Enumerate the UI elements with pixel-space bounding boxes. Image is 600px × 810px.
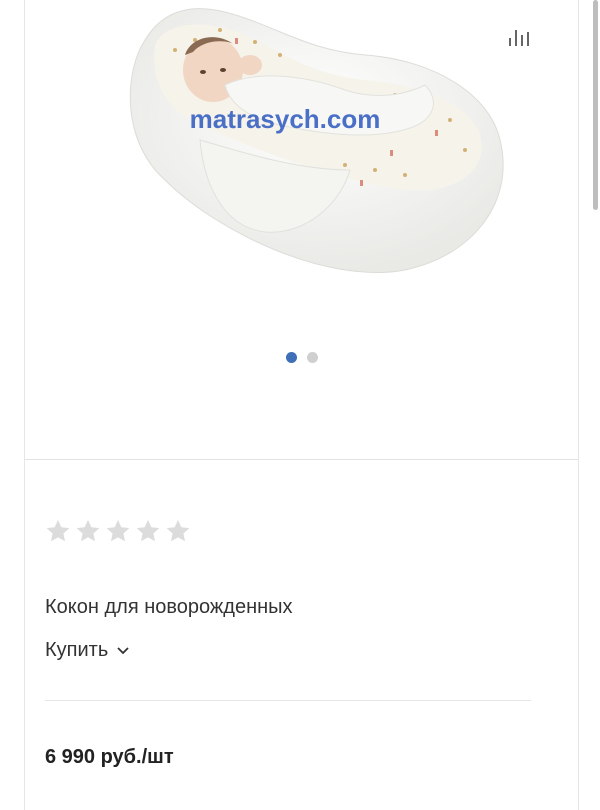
star-icon[interactable]	[105, 518, 131, 544]
product-card: matrasych.com Кокон для новорожденных Ку…	[24, 0, 579, 810]
compare-button[interactable]	[507, 26, 535, 50]
rating-stars	[45, 518, 191, 544]
divider	[45, 700, 531, 701]
buy-label: Купить	[45, 639, 109, 661]
chevron-down-icon	[117, 646, 129, 654]
star-icon[interactable]	[45, 518, 71, 544]
product-page: matrasych.com Кокон для новорожденных Ку…	[0, 0, 600, 810]
product-price: 6 990 руб./шт	[45, 746, 174, 768]
star-icon[interactable]	[135, 518, 161, 544]
gallery-dot-1[interactable]	[285, 352, 297, 363]
watermark-text: matrasych.com	[190, 104, 381, 134]
star-icon[interactable]	[75, 518, 101, 544]
scrollbar[interactable]	[590, 0, 600, 810]
buy-button[interactable]: Купить	[45, 639, 130, 662]
gallery-dot-2[interactable]	[306, 352, 318, 363]
star-icon[interactable]	[165, 518, 191, 544]
bar-chart-icon	[509, 30, 529, 46]
product-gallery: matrasych.com	[25, 0, 578, 460]
product-title[interactable]: Кокон для новорожденных	[45, 596, 293, 619]
scrollbar-thumb[interactable]	[593, 0, 598, 210]
product-image[interactable]: matrasych.com	[105, 0, 505, 300]
gallery-dots	[25, 352, 578, 363]
